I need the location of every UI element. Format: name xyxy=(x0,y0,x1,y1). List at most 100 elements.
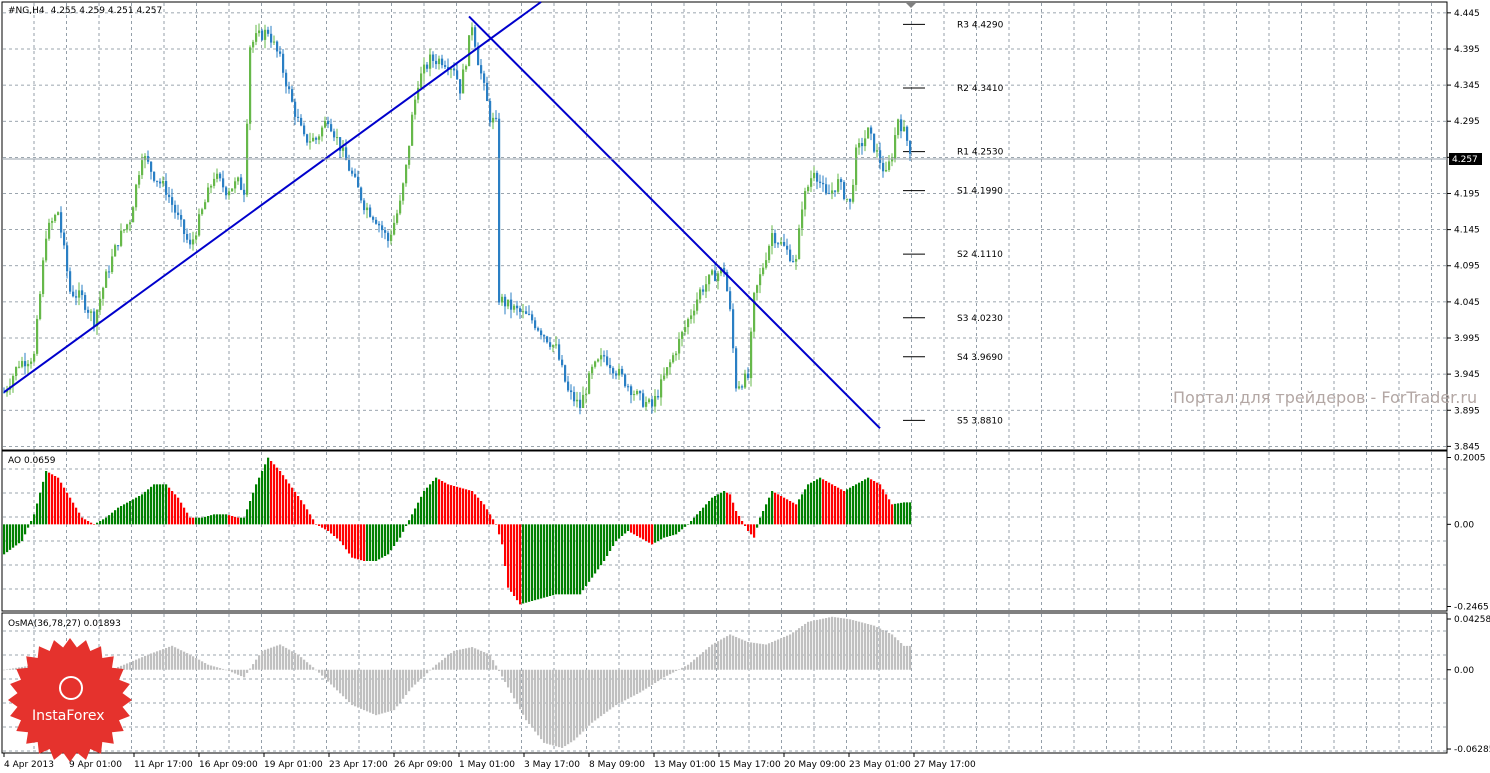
ao-bar xyxy=(93,524,96,525)
ao-bar xyxy=(507,524,510,588)
candle-body xyxy=(810,178,813,187)
osma-bar xyxy=(645,669,648,689)
ao-bar xyxy=(156,484,159,525)
osma-bar xyxy=(732,635,735,670)
candle-body xyxy=(183,219,186,235)
candle-body xyxy=(825,184,828,194)
candle-body xyxy=(813,172,816,179)
osma-bar xyxy=(357,669,360,708)
osma-bar xyxy=(876,627,879,670)
ao-bar xyxy=(195,517,198,525)
ao-bar xyxy=(468,490,471,525)
candle-body xyxy=(429,54,432,69)
candle-body xyxy=(384,230,387,233)
osma-bar xyxy=(633,669,636,696)
ao-bar xyxy=(123,504,126,525)
candle-body xyxy=(828,193,831,195)
osma-bar xyxy=(834,617,837,670)
y-tick-label: 4.095 xyxy=(1454,262,1480,272)
candle-body xyxy=(771,233,774,247)
candle-body xyxy=(876,150,879,152)
candle-body xyxy=(843,182,846,200)
ao-bar xyxy=(324,524,327,530)
ao-bar xyxy=(258,477,261,525)
osma-bar xyxy=(879,628,882,670)
ao-bar xyxy=(339,524,342,541)
candle-body xyxy=(93,311,96,327)
osma-bar xyxy=(372,669,375,714)
candle-body xyxy=(774,233,777,244)
osma-bar xyxy=(783,636,786,670)
ao-bar xyxy=(396,524,399,542)
osma-bar xyxy=(603,669,606,714)
candle-body xyxy=(243,189,246,195)
ao-bar xyxy=(33,514,36,525)
osma-bar xyxy=(258,655,261,670)
osma-bar xyxy=(630,669,633,698)
ao-bar xyxy=(798,499,801,525)
osma-bar xyxy=(780,638,783,670)
ao-bar xyxy=(300,500,303,525)
osma-bar xyxy=(369,669,372,713)
ao-bar xyxy=(147,489,150,525)
ao-bar xyxy=(240,517,243,525)
ao-bar xyxy=(498,524,501,535)
candle-body xyxy=(555,344,558,346)
ao-bar xyxy=(384,524,387,556)
candle-body xyxy=(822,182,825,185)
osma-bar xyxy=(342,669,345,697)
osma-bar xyxy=(321,669,324,676)
candle-body xyxy=(492,117,495,123)
x-tick-label: 9 Apr 01:00 xyxy=(69,760,122,770)
candle-body xyxy=(756,285,759,293)
osma-bar xyxy=(582,669,585,732)
ao-bar xyxy=(462,488,465,525)
osma-bar xyxy=(189,654,192,670)
osma-bar xyxy=(312,667,315,670)
candle-body xyxy=(21,361,24,367)
y-axis-labels: 4.4454.3954.3454.2954.2454.1954.1454.095… xyxy=(1447,9,1490,755)
ao-bar xyxy=(12,524,15,548)
ao-bar xyxy=(417,502,420,525)
ao-bar xyxy=(582,524,585,591)
ao-bar xyxy=(162,484,165,525)
ao-bar xyxy=(51,474,54,525)
ao-bar xyxy=(438,479,441,525)
osma-bar xyxy=(498,669,501,672)
ao-bar xyxy=(210,515,213,525)
ao-bar xyxy=(822,479,825,525)
osma-bar xyxy=(756,643,759,670)
osma-bar xyxy=(615,669,618,706)
ao-bar xyxy=(810,482,813,525)
candle-body xyxy=(435,60,438,65)
osma-bar xyxy=(606,669,609,712)
candle-body xyxy=(420,73,423,88)
candle-body xyxy=(84,295,87,310)
ao-bar xyxy=(153,484,156,525)
candle-body xyxy=(120,230,123,246)
osma-bar xyxy=(786,635,789,670)
candle-body xyxy=(303,125,306,135)
pivot-label-r1: R1 4.2530 xyxy=(957,148,1004,158)
candle-body xyxy=(54,214,57,222)
ao-bar xyxy=(570,524,573,595)
candle-body xyxy=(786,245,789,250)
x-tick-label: 13 May 01:00 xyxy=(654,760,716,770)
osma-bar xyxy=(585,669,588,729)
ao-bar xyxy=(297,496,300,525)
ao-bar xyxy=(459,487,462,525)
osma-bar xyxy=(282,646,285,670)
ao-bar xyxy=(516,524,519,601)
candle-body xyxy=(57,212,60,215)
ao-bar xyxy=(213,514,216,525)
candle-body xyxy=(288,86,291,90)
osma-bar xyxy=(504,669,507,682)
osma-bar xyxy=(702,652,705,670)
candle-body xyxy=(210,185,213,188)
osma-bar xyxy=(195,657,198,670)
candle-body xyxy=(624,374,627,387)
osma-bar xyxy=(741,639,744,670)
osma-bar xyxy=(411,669,414,688)
candle-body xyxy=(87,309,90,313)
osma-bar xyxy=(432,667,435,670)
